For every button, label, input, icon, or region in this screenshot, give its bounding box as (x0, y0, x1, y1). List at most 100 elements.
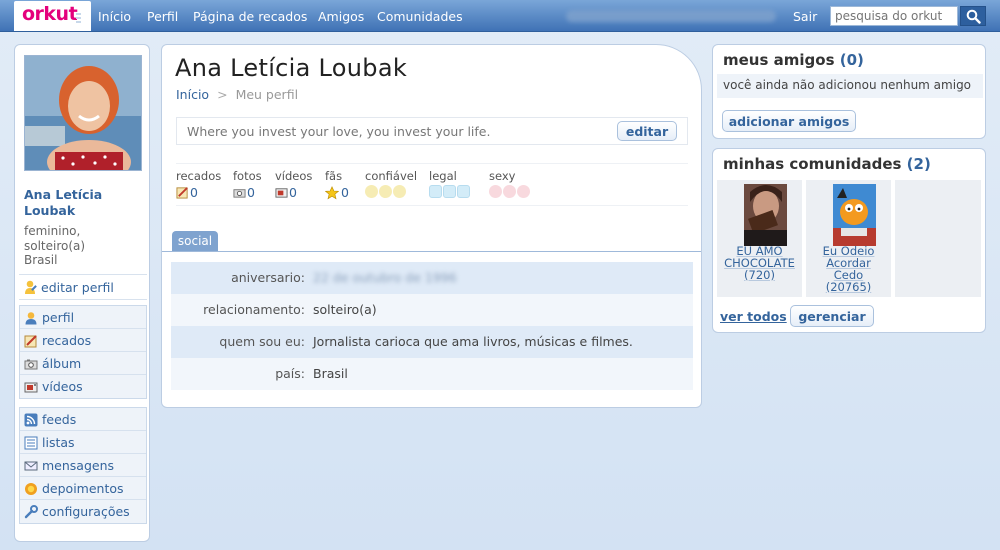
stat-fas[interactable]: fãs 0 (324, 169, 349, 200)
profile-relationship: solteiro(a) (24, 238, 86, 253)
sidebar-item-mensagens[interactable]: mensagens (20, 454, 146, 477)
sidebar-item-label: feeds (42, 412, 77, 427)
profile-name-link[interactable]: Ana Letícia Loubak (24, 187, 144, 219)
profile-meta: feminino, solteiro(a) Brasil (24, 224, 144, 268)
see-all-communities-link[interactable]: ver todos (720, 309, 787, 324)
rating-confiavel[interactable]: confiável (365, 169, 418, 198)
info-row-pais: país: Brasil (171, 358, 693, 390)
edit-status-button[interactable]: editar (617, 121, 677, 141)
sidebar-item-configuracoes[interactable]: configurações (20, 500, 146, 523)
envelope-icon (24, 459, 38, 476)
community-card[interactable]: Eu Odeio Acordar Cedo (20765) (806, 180, 891, 297)
sidebar-item-listas[interactable]: listas (20, 431, 146, 454)
sidebar-item-feeds[interactable]: feeds (20, 408, 146, 431)
scrap-icon (24, 334, 38, 351)
divider (176, 163, 688, 164)
logo-dots-icon (76, 13, 83, 25)
status-message: Where you invest your love, you invest y… (187, 124, 491, 139)
scrap-icon (176, 186, 189, 202)
tools-menu: feeds listas mensagens depoimentos confi… (19, 407, 147, 524)
sidebar-item-videos[interactable]: vídeos (20, 375, 146, 398)
friends-panel: meus amigos (0) você ainda não adicionou… (712, 44, 986, 139)
info-value: 22 de outubro de 1996 (313, 270, 457, 285)
info-row-quem-sou-eu: quem sou eu: Jornalista carioca que ama … (171, 326, 693, 358)
ice-cube-icon (429, 185, 471, 201)
breadcrumb-home[interactable]: Início (176, 87, 209, 102)
logo-text: orkut (22, 3, 78, 25)
page-title: Ana Letícia Loubak (175, 54, 408, 82)
nav-pagina-de-recados[interactable]: Página de recados (193, 9, 307, 24)
rating-sexy[interactable]: sexy (489, 169, 530, 198)
nav-amigos[interactable]: Amigos (318, 9, 364, 24)
nav-comunidades[interactable]: Comunidades (377, 9, 463, 24)
stat-value: 0 (289, 185, 297, 200)
info-row-relacionamento: relacionamento: solteiro(a) (171, 294, 693, 326)
add-friends-button[interactable]: adicionar amigos (722, 110, 856, 132)
sidebar-item-perfil[interactable]: perfil (20, 306, 146, 329)
profile-gender: feminino, (24, 224, 81, 238)
list-icon (24, 436, 38, 453)
tab-social[interactable]: social (172, 231, 218, 251)
friends-empty-note: você ainda não adicionou nenhum amigo (717, 74, 983, 98)
sidebar-item-label: álbum (42, 356, 82, 371)
profile-photo[interactable] (24, 55, 142, 171)
community-empty-slot (895, 180, 981, 297)
communities-panel: minhas comunidades (2) EU AMO CHOCOLATE … (712, 148, 986, 333)
info-key: quem sou eu: (219, 334, 305, 349)
stat-fotos[interactable]: fotos 0 (233, 169, 262, 200)
sidebar-item-label: mensagens (42, 458, 115, 473)
sidebar-item-label: listas (42, 435, 75, 450)
community-member-count: (720) (744, 268, 775, 282)
profile-stats: recados 0 fotos 0 vídeos 0 fãs 0 confiáv… (176, 169, 688, 207)
star-icon (324, 186, 340, 203)
camera-icon (24, 357, 38, 374)
communities-heading-label: minhas comunidades (723, 155, 902, 173)
top-bar: orkut Início Perfil Página de recados Am… (0, 0, 1000, 32)
divider (19, 274, 147, 275)
sidebar-item-album[interactable]: álbum (20, 352, 146, 375)
profile-name-line-1: Ana Letícia (24, 187, 103, 202)
friends-heading[interactable]: meus amigos (0) (723, 51, 864, 69)
search-button[interactable] (960, 6, 986, 26)
stat-videos[interactable]: vídeos 0 (275, 169, 313, 200)
community-card[interactable]: EU AMO CHOCOLATE (720) (717, 180, 802, 297)
sidebar-item-label: depoimentos (42, 481, 124, 496)
sidebar-item-label: perfil (42, 310, 75, 325)
orkut-logo[interactable]: orkut (14, 1, 91, 31)
edit-profile-label: editar perfil (41, 280, 114, 295)
info-value: Jornalista carioca que ama livros, músic… (313, 334, 633, 349)
info-key: país: (275, 366, 305, 381)
sidebar-item-depoimentos[interactable]: depoimentos (20, 477, 146, 500)
communities-heading[interactable]: minhas comunidades (2) (723, 155, 931, 173)
stat-label: recados (176, 169, 222, 183)
info-key: aniversario: (231, 270, 305, 285)
community-name: EU AMO CHOCOLATE (720) (717, 245, 802, 281)
divider (176, 205, 688, 206)
smiley-icon (365, 185, 407, 201)
sidebar-item-label: configurações (42, 504, 130, 519)
manage-communities-button[interactable]: gerenciar (790, 305, 874, 327)
stat-recados[interactable]: recados 0 (176, 169, 222, 200)
left-sidebar: Ana Letícia Loubak feminino, solteiro(a)… (14, 44, 150, 542)
rating-label: legal (429, 169, 457, 183)
profile-name-line-2: Loubak (24, 203, 76, 218)
info-key: relacionamento: (203, 302, 305, 317)
stat-label: vídeos (275, 169, 313, 183)
account-email-redacted (566, 10, 776, 22)
sidebar-item-recados[interactable]: recados (20, 329, 146, 352)
rating-legal[interactable]: legal (429, 169, 470, 198)
info-row-aniversario: aniversario: 22 de outubro de 1996 (171, 262, 693, 294)
camera-icon (233, 186, 246, 202)
community-name: Eu Odeio Acordar Cedo (20765) (806, 245, 891, 293)
communities-count: (2) (906, 155, 931, 173)
search-input[interactable] (830, 6, 958, 26)
profile-country: Brasil (24, 253, 58, 267)
rating-label: sexy (489, 169, 516, 183)
rating-label: confiável (365, 169, 418, 183)
nav-perfil[interactable]: Perfil (147, 9, 178, 24)
communities-grid: EU AMO CHOCOLATE (720) Eu Odeio Acordar … (717, 180, 983, 297)
video-icon (275, 186, 288, 202)
logout-link[interactable]: Sair (793, 9, 817, 24)
search-icon (966, 9, 981, 24)
nav-inicio[interactable]: Início (98, 9, 131, 24)
